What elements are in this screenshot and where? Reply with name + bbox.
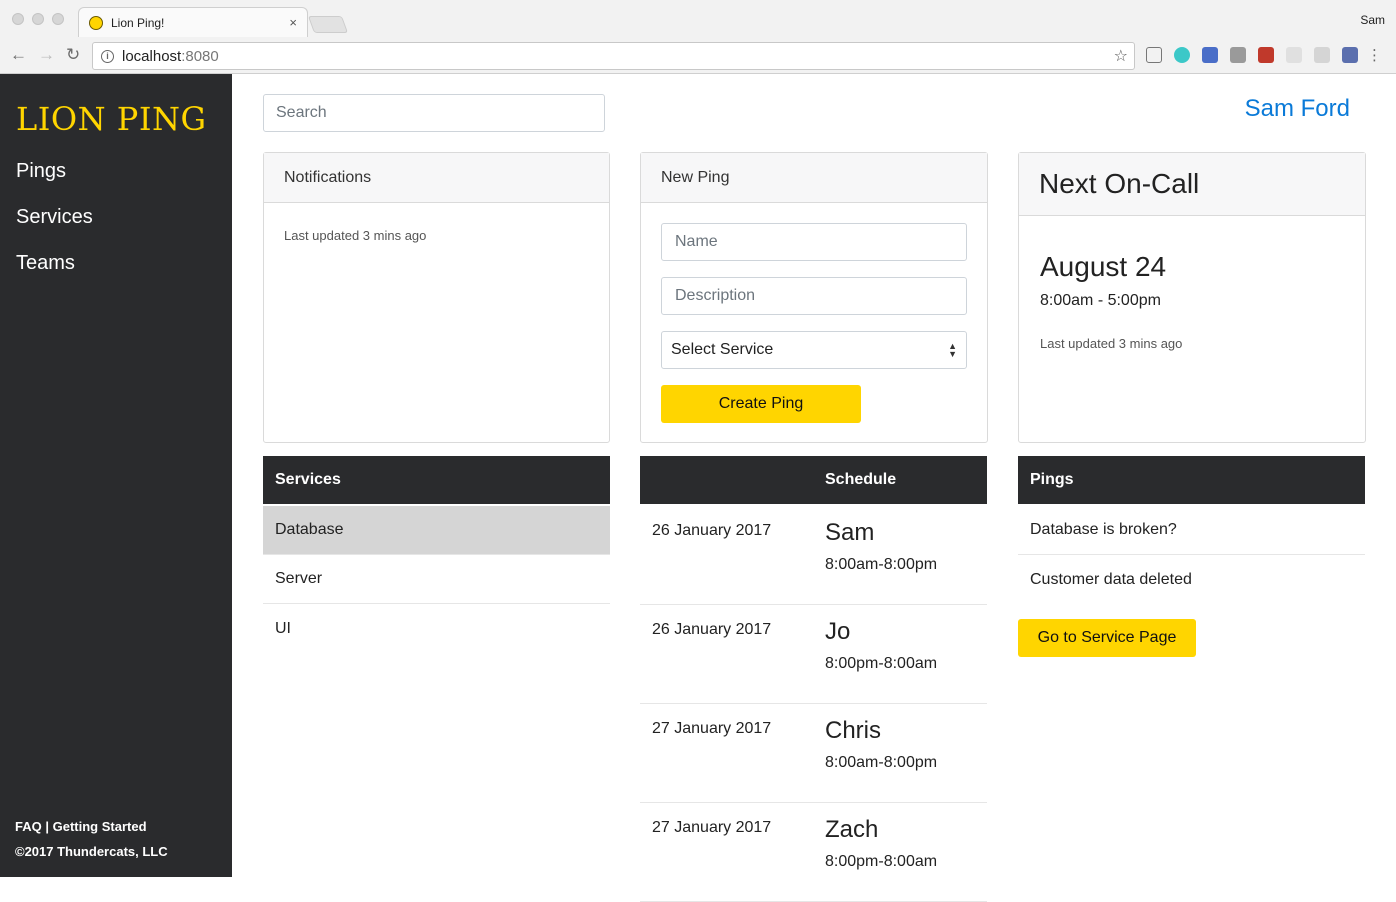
back-icon[interactable]: ← bbox=[10, 45, 27, 65]
search-input[interactable] bbox=[263, 94, 605, 132]
url-host: localhost bbox=[122, 47, 182, 65]
browser-tab[interactable]: Lion Ping! × bbox=[78, 7, 308, 37]
tab-close-icon[interactable]: × bbox=[289, 15, 297, 30]
ping-row[interactable]: Database is broken? bbox=[1018, 506, 1365, 555]
new-tab-button[interactable] bbox=[307, 16, 349, 33]
extension-teal-icon[interactable] bbox=[1174, 47, 1190, 63]
on-call-date: August 24 bbox=[1040, 251, 1167, 282]
schedule-hours: 8:00am-8:00pm bbox=[825, 556, 938, 573]
info-icon[interactable]: i bbox=[101, 49, 114, 63]
schedule-date: 26 January 2017 bbox=[652, 621, 772, 638]
new-ping-title: New Ping bbox=[641, 153, 987, 203]
schedule-hours: 8:00pm-8:00am bbox=[825, 853, 938, 870]
extension-z-icon[interactable] bbox=[1342, 47, 1358, 63]
url-port: :8080 bbox=[181, 47, 219, 65]
ublock-icon[interactable] bbox=[1258, 47, 1274, 63]
schedule-row: 27 January 2017 Zach 8:00pm-8:00am bbox=[640, 803, 987, 902]
new-ping-card: New Ping Select Service ▲▼ Create Ping bbox=[640, 152, 988, 443]
profile-name[interactable]: Sam bbox=[1360, 13, 1385, 27]
footer-separator: | bbox=[45, 819, 49, 834]
go-to-service-page-button[interactable]: Go to Service Page bbox=[1018, 619, 1196, 657]
notifications-title: Notifications bbox=[264, 153, 609, 203]
schedule-person: Chris bbox=[825, 717, 882, 744]
user-name-link[interactable]: Sam Ford bbox=[1245, 95, 1350, 123]
lion-favicon-icon bbox=[89, 15, 103, 30]
services-list: Database Server UI bbox=[263, 506, 610, 653]
extension-icons bbox=[1146, 47, 1358, 63]
service-row-ui[interactable]: UI bbox=[263, 604, 610, 653]
schedule-row: 26 January 2017 Sam 8:00am-8:00pm bbox=[640, 506, 987, 605]
getting-started-link[interactable]: Getting Started bbox=[53, 819, 147, 834]
close-window-button[interactable] bbox=[12, 13, 24, 25]
menu-icon[interactable]: ⋮ bbox=[1367, 46, 1382, 64]
notifications-card: Notifications Last updated 3 mins ago bbox=[263, 152, 610, 443]
service-row-database[interactable]: Database bbox=[263, 506, 610, 555]
window-controls bbox=[12, 13, 64, 25]
cast-icon[interactable] bbox=[1146, 47, 1162, 63]
sidebar-footer: FAQ | Getting Started ©2017 Thundercats,… bbox=[15, 814, 168, 864]
schedule-hours: 8:00pm-8:00am bbox=[825, 655, 938, 672]
on-call-updated: Last updated 3 mins ago bbox=[1040, 336, 1183, 351]
extension-grid-icon[interactable] bbox=[1286, 47, 1302, 63]
sidebar: LION PING Pings Services Teams FAQ | Get… bbox=[0, 74, 232, 877]
extension-cube-icon[interactable] bbox=[1230, 47, 1246, 63]
service-select-value: Select Service bbox=[671, 341, 774, 358]
pings-table-header: Pings bbox=[1018, 456, 1365, 504]
select-arrows-icon: ▲ ▼ bbox=[948, 341, 957, 359]
schedule-header-label: Schedule bbox=[825, 471, 897, 488]
address-bar[interactable]: i localhost :8080 ☆ bbox=[92, 42, 1135, 70]
pings-list: Database is broken? Customer data delete… bbox=[1018, 506, 1365, 604]
forward-icon[interactable]: → bbox=[38, 45, 55, 65]
notifications-updated: Last updated 3 mins ago bbox=[284, 228, 427, 243]
on-call-title: Next On-Call bbox=[1019, 153, 1365, 216]
schedule-list: 26 January 2017 Sam 8:00am-8:00pm 26 Jan… bbox=[640, 506, 987, 902]
faq-link[interactable]: FAQ bbox=[15, 819, 42, 834]
service-row-server[interactable]: Server bbox=[263, 555, 610, 604]
sidebar-item-services[interactable]: Services bbox=[16, 204, 93, 230]
browser-toolbar: ← → ↻ i localhost :8080 ☆ ⋮ bbox=[0, 38, 1396, 74]
on-call-time: 8:00am - 5:00pm bbox=[1040, 292, 1161, 309]
browser-chrome: Lion Ping! × Sam ← → ↻ i localhost :8080… bbox=[0, 0, 1396, 74]
next-on-call-card: Next On-Call August 24 8:00am - 5:00pm L… bbox=[1018, 152, 1366, 443]
schedule-date: 26 January 2017 bbox=[652, 522, 772, 539]
sidebar-nav: Pings Services Teams bbox=[16, 158, 93, 296]
ping-name-input[interactable] bbox=[661, 223, 967, 261]
schedule-date: 27 January 2017 bbox=[652, 819, 772, 836]
brand-logo[interactable]: LION PING bbox=[16, 100, 207, 138]
extension-chat-icon[interactable] bbox=[1314, 47, 1330, 63]
copyright: ©2017 Thundercats, LLC bbox=[15, 844, 168, 859]
minimize-window-button[interactable] bbox=[32, 13, 44, 25]
schedule-table-header: Schedule bbox=[640, 456, 987, 504]
ping-description-input[interactable] bbox=[661, 277, 967, 315]
schedule-row: 27 January 2017 Chris 8:00am-8:00pm bbox=[640, 704, 987, 803]
ping-row[interactable]: Customer data deleted bbox=[1018, 555, 1365, 604]
schedule-row: 26 January 2017 Jo 8:00pm-8:00am bbox=[640, 605, 987, 704]
schedule-person: Jo bbox=[825, 618, 851, 645]
create-ping-button[interactable]: Create Ping bbox=[661, 385, 861, 423]
maximize-window-button[interactable] bbox=[52, 13, 64, 25]
schedule-date: 27 January 2017 bbox=[652, 720, 772, 737]
schedule-person: Sam bbox=[825, 519, 875, 546]
services-table-header: Services bbox=[263, 456, 610, 504]
service-select[interactable]: Select Service ▲ ▼ bbox=[661, 331, 967, 369]
schedule-hours: 8:00am-8:00pm bbox=[825, 754, 938, 771]
star-icon[interactable]: ☆ bbox=[1114, 46, 1128, 66]
tab-title: Lion Ping! bbox=[111, 15, 165, 30]
extension-book-icon[interactable] bbox=[1202, 47, 1218, 63]
schedule-person: Zach bbox=[825, 816, 879, 843]
main-content: Sam Ford Notifications Last updated 3 mi… bbox=[232, 74, 1396, 902]
sidebar-item-pings[interactable]: Pings bbox=[16, 158, 93, 184]
reload-icon[interactable]: ↻ bbox=[66, 45, 80, 65]
sidebar-item-teams[interactable]: Teams bbox=[16, 250, 93, 276]
